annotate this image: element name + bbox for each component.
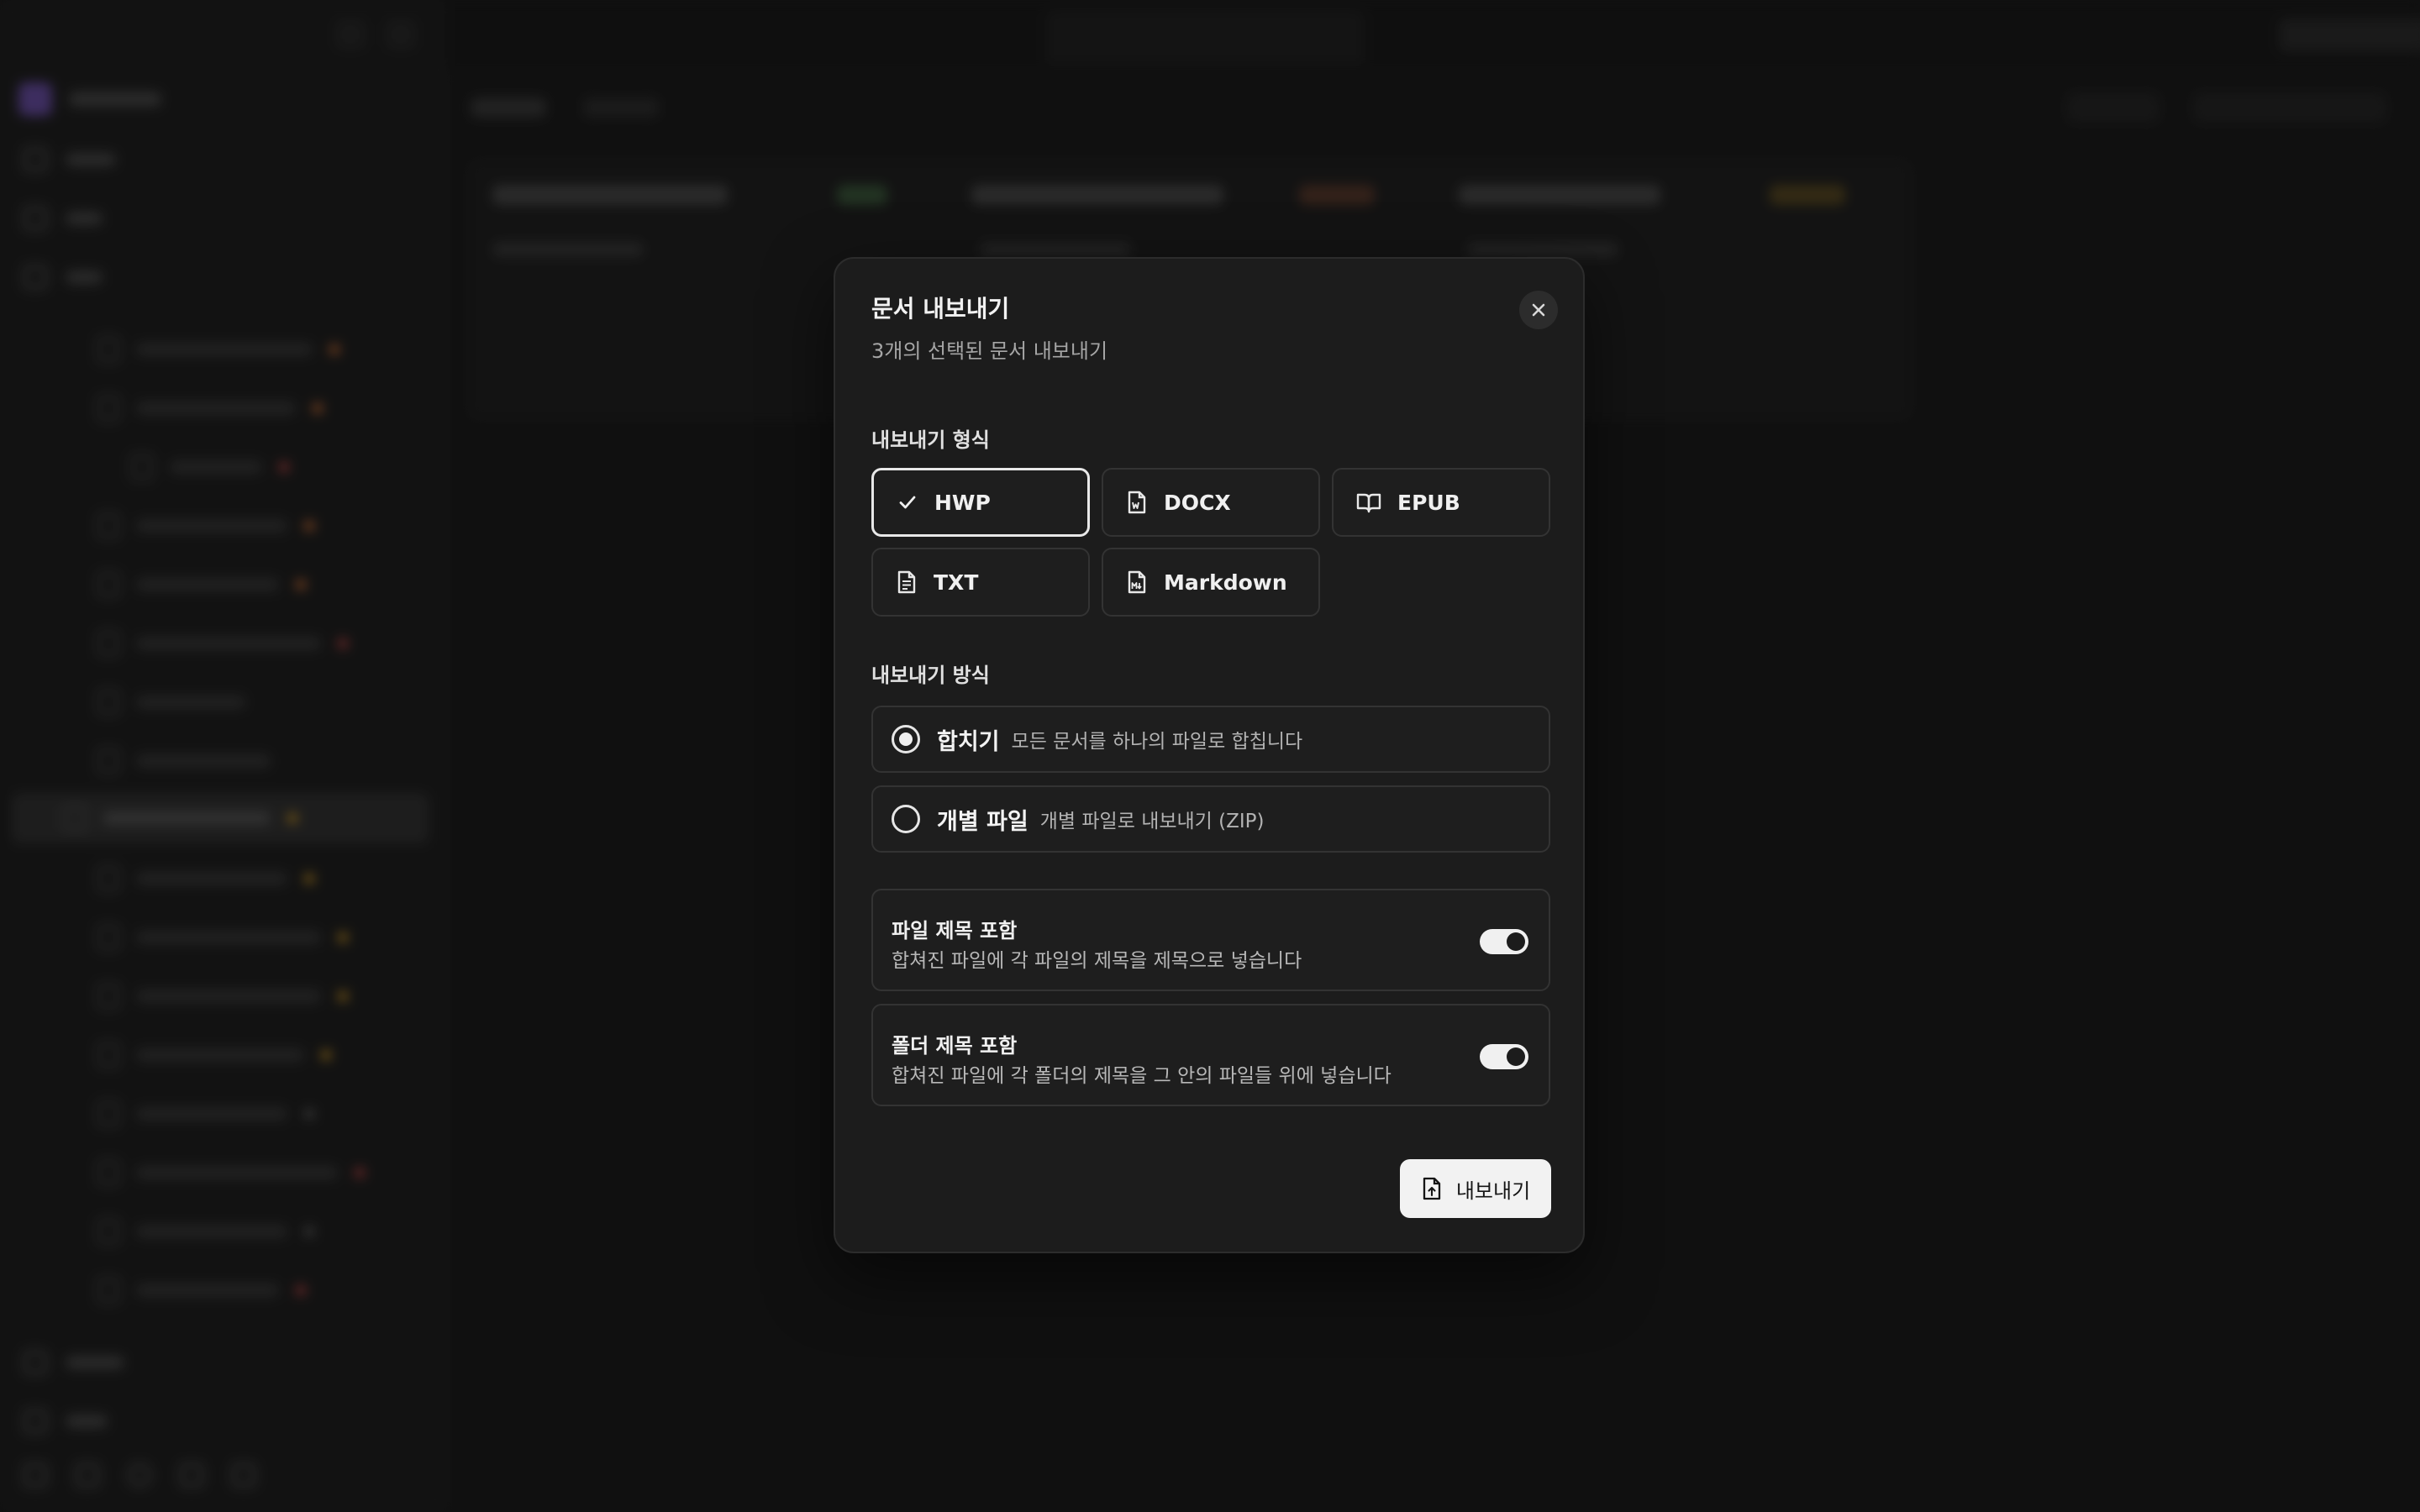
format-label: TXT bbox=[934, 570, 979, 595]
file-word-icon bbox=[1128, 491, 1146, 514]
close-button[interactable] bbox=[1519, 291, 1558, 329]
folder-title-toggle[interactable] bbox=[1480, 1044, 1528, 1069]
format-label: EPUB bbox=[1397, 490, 1460, 515]
option-name: 파일 제목 포함 bbox=[892, 919, 1018, 942]
close-icon bbox=[1532, 303, 1545, 317]
radio-selected[interactable] bbox=[892, 725, 920, 753]
format-label: Markdown bbox=[1164, 570, 1287, 595]
method-option-separate[interactable]: 개별 파일 개별 파일로 내보내기 (ZIP) bbox=[871, 785, 1550, 853]
file-text-icon bbox=[897, 570, 916, 594]
export-dialog: 문서 내보내기 3개의 선택된 문서 내보내기 내보내기 형식 HWP DOCX… bbox=[834, 257, 1585, 1253]
format-label: DOCX bbox=[1164, 490, 1231, 515]
format-option-txt[interactable]: TXT bbox=[871, 548, 1090, 617]
option-description: 합쳐진 파일에 각 파일의 제목을 제목으로 넣습니다 bbox=[892, 950, 1302, 972]
export-button[interactable]: 내보내기 bbox=[1400, 1159, 1551, 1218]
format-label: HWP bbox=[934, 490, 991, 515]
option-include-folder-title: 폴더 제목 포함 합쳐진 파일에 각 폴더의 제목을 그 안의 파일들 위에 넣… bbox=[871, 1004, 1550, 1106]
option-name: 폴더 제목 포함 bbox=[892, 1034, 1018, 1058]
format-option-hwp[interactable]: HWP bbox=[871, 468, 1090, 537]
dialog-subtitle: 3개의 선택된 문서 내보내기 bbox=[871, 339, 1108, 363]
format-option-markdown[interactable]: Markdown bbox=[1102, 548, 1320, 617]
dialog-title: 문서 내보내기 bbox=[871, 295, 1010, 323]
format-section-label: 내보내기 형식 bbox=[871, 428, 990, 452]
option-include-file-title: 파일 제목 포함 합쳐진 파일에 각 파일의 제목을 제목으로 넣습니다 bbox=[871, 889, 1550, 991]
method-section-label: 내보내기 방식 bbox=[871, 664, 990, 687]
check-icon bbox=[899, 496, 916, 509]
format-option-docx[interactable]: DOCX bbox=[1102, 468, 1320, 537]
export-button-label: 내보내기 bbox=[1455, 1179, 1531, 1203]
method-name: 합치기 bbox=[937, 728, 1000, 755]
file-title-toggle[interactable] bbox=[1480, 929, 1528, 954]
file-markdown-icon bbox=[1128, 570, 1146, 594]
option-description: 합쳐진 파일에 각 폴더의 제목을 그 안의 파일들 위에 넣습니다 bbox=[892, 1065, 1392, 1087]
book-open-icon bbox=[1356, 493, 1381, 513]
method-description: 모든 문서를 하나의 파일로 합칩니다 bbox=[1011, 731, 1303, 753]
format-option-epub[interactable]: EPUB bbox=[1332, 468, 1550, 537]
radio-unselected[interactable] bbox=[892, 805, 920, 833]
method-option-merge[interactable]: 합치기 모든 문서를 하나의 파일로 합칩니다 bbox=[871, 706, 1550, 773]
file-upload-icon bbox=[1423, 1177, 1440, 1200]
method-description: 개별 파일로 내보내기 (ZIP) bbox=[1039, 811, 1265, 832]
method-name: 개별 파일 bbox=[937, 808, 1028, 835]
